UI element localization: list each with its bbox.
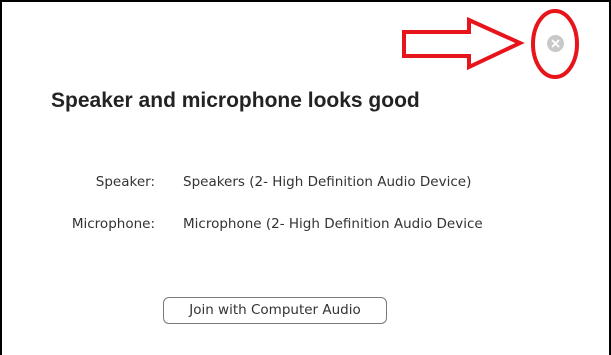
speaker-value: Speakers (2- High Definition Audio Devic… xyxy=(183,174,472,190)
dialog-title: Speaker and microphone looks good xyxy=(51,89,420,112)
speaker-label: Speaker: xyxy=(95,174,155,190)
microphone-row: Microphone: Microphone (2- High Definiti… xyxy=(0,216,600,236)
microphone-label: Microphone: xyxy=(71,216,155,232)
close-button[interactable] xyxy=(547,35,564,52)
close-icon xyxy=(551,39,560,48)
microphone-value: Microphone (2- High Definition Audio Dev… xyxy=(183,216,483,232)
speaker-row: Speaker: Speakers (2- High Definition Au… xyxy=(0,174,600,194)
join-with-computer-audio-button[interactable]: Join with Computer Audio xyxy=(163,297,387,324)
